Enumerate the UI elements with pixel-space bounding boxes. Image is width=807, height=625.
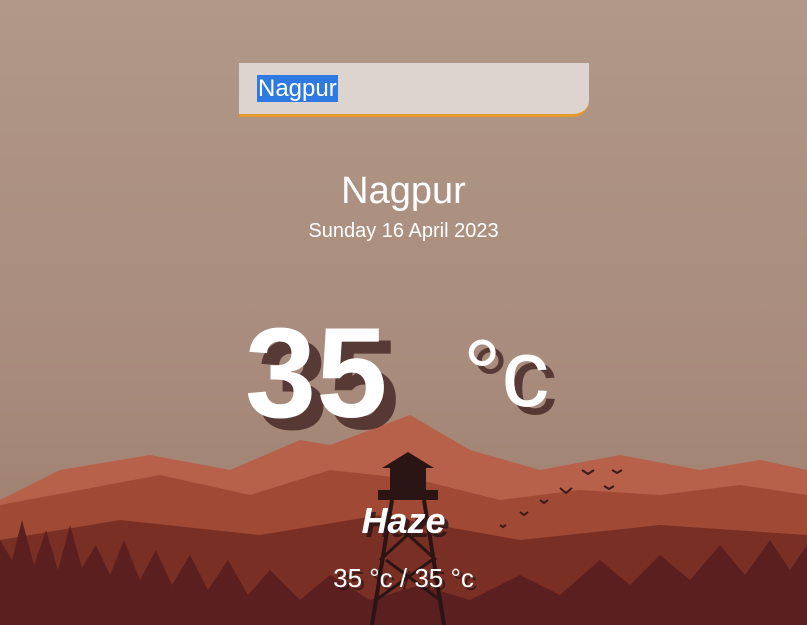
city-search-field[interactable]: Nagpur [239, 63, 589, 117]
temperature-hi-low: 35 °c / 35 °c [333, 563, 474, 593]
city-search-input[interactable]: Nagpur [257, 75, 338, 103]
temperature-unit: °c [463, 320, 550, 427]
search-input-value: Nagpur [257, 75, 338, 102]
temperature-value: 35 [245, 302, 388, 445]
weather-condition: Haze [361, 500, 446, 541]
city-name: Nagpur [341, 170, 466, 212]
current-date: Sunday 16 April 2023 [308, 220, 499, 242]
